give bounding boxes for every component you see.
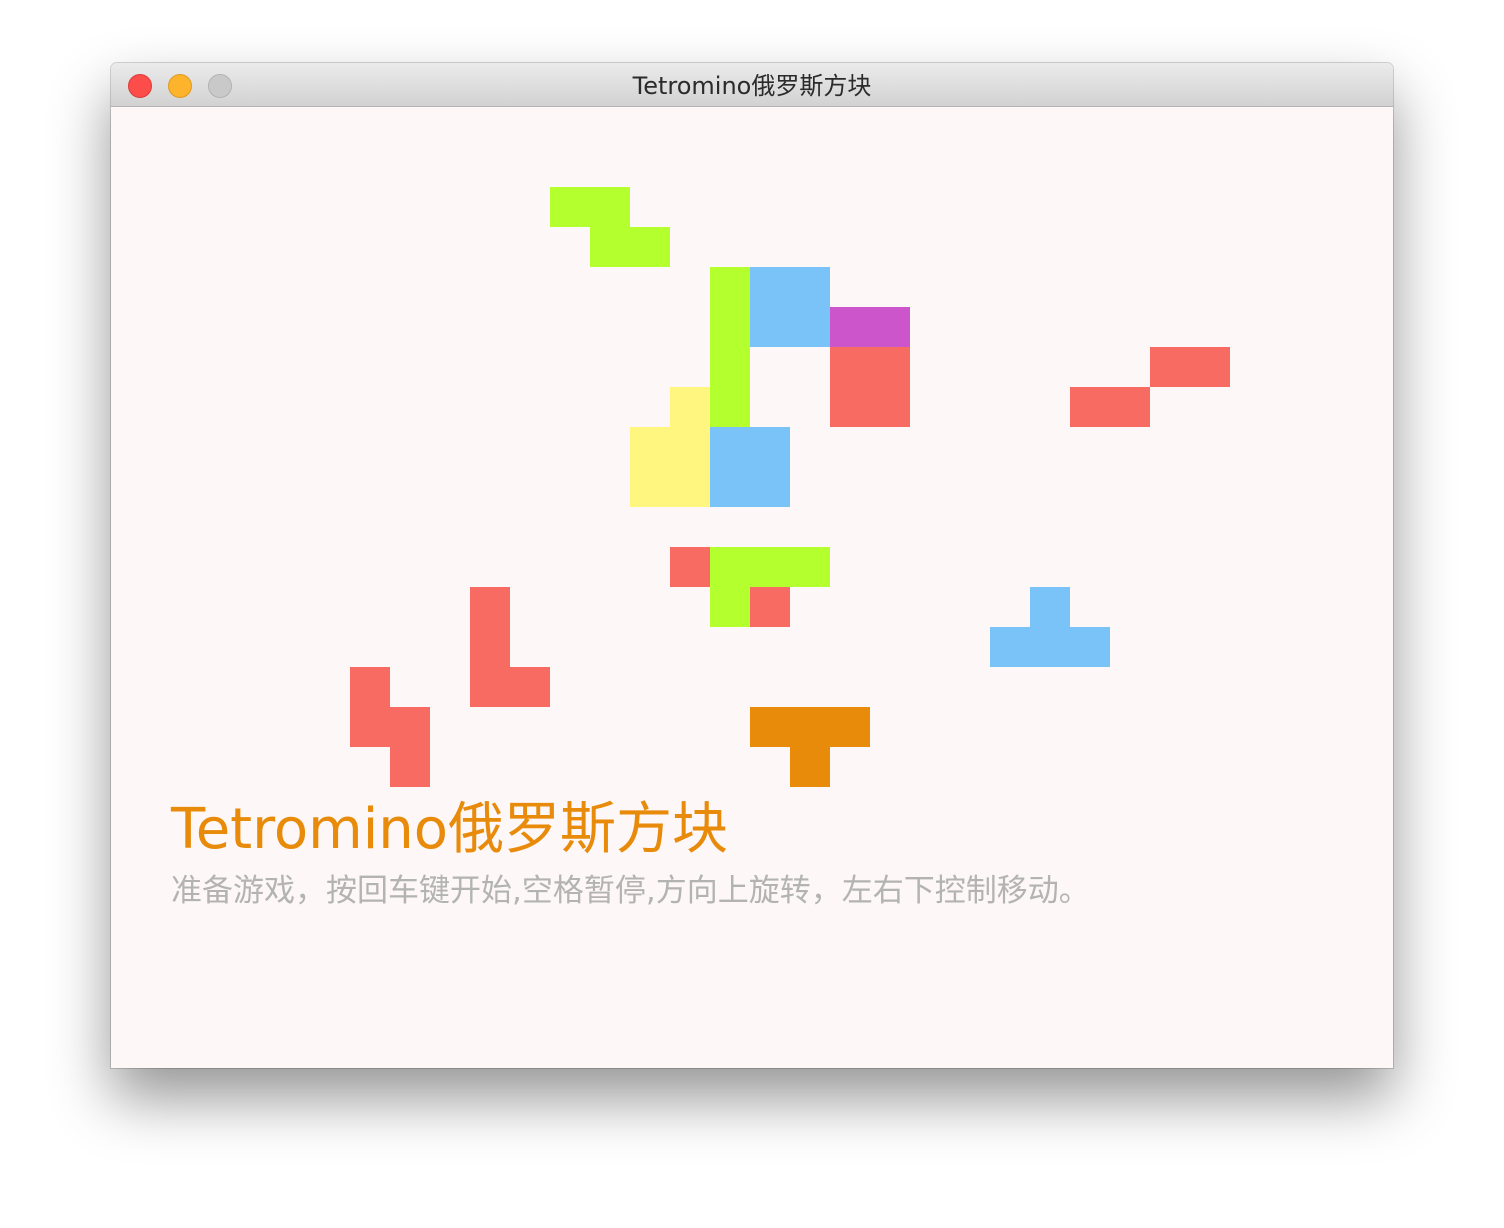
tetromino-block [390,707,430,747]
tetromino-block [790,267,830,307]
tetromino-block [670,427,710,467]
tetromino-block [470,667,510,707]
tetromino-block [1190,347,1230,387]
tetromino-block [790,707,830,747]
tetromino-block [870,307,910,347]
tetromino-block [830,307,870,347]
tetromino-block [470,627,510,667]
tetromino-block [790,547,830,587]
tetromino-block [750,427,790,467]
tetromino-block [710,387,750,427]
tetromino-block [710,427,750,467]
tetromino-block [710,467,750,507]
tetromino-block [710,547,750,587]
tetromino-block [510,667,550,707]
tetromino-block [1070,387,1110,427]
tetromino-block [830,707,870,747]
tetromino-block [870,347,910,387]
game-instructions: 准备游戏，按回车键开始,空格暂停,方向上旋转，左右下控制移动。 [171,873,1090,909]
game-area[interactable]: Tetromino俄罗斯方块 准备游戏，按回车键开始,空格暂停,方向上旋转，左右… [111,107,1393,1068]
tetromino-block [550,187,590,227]
tetromino-block [990,627,1030,667]
tetromino-block [870,387,910,427]
tetromino-block [710,267,750,307]
tetromino-block [590,187,630,227]
tetromino-block [1030,627,1070,667]
tetromino-block [670,547,710,587]
tetromino-block [350,707,390,747]
tetromino-block [670,387,710,427]
tetromino-block [750,267,790,307]
tetromino-block [1030,587,1070,627]
tetromino-block [750,587,790,627]
tetromino-block [750,467,790,507]
tetromino-block [790,307,830,347]
tetromino-board [111,107,1393,1068]
tetromino-block [750,707,790,747]
tetromino-block [710,587,750,627]
tetromino-block [750,307,790,347]
tetromino-block [630,467,670,507]
tetromino-block [830,387,870,427]
tetromino-block [1110,387,1150,427]
window-title: Tetromino俄罗斯方块 [632,72,872,100]
title-bar[interactable]: Tetromino俄罗斯方块 [111,63,1393,107]
app-window: Tetromino俄罗斯方块 Tetromino俄罗斯方块 准备游戏，按回车键开… [111,63,1393,1068]
game-title: Tetromino俄罗斯方块 [171,797,729,862]
tetromino-block [630,427,670,467]
tetromino-block [790,747,830,787]
tetromino-block [590,227,630,267]
tetromino-block [750,547,790,587]
tetromino-block [1070,627,1110,667]
tetromino-block [670,467,710,507]
tetromino-block [710,307,750,347]
tetromino-block [390,747,430,787]
tetromino-block [350,667,390,707]
tetromino-block [830,347,870,387]
tetromino-block [1150,347,1190,387]
tetromino-block [630,227,670,267]
tetromino-block [470,587,510,627]
tetromino-block [710,347,750,387]
